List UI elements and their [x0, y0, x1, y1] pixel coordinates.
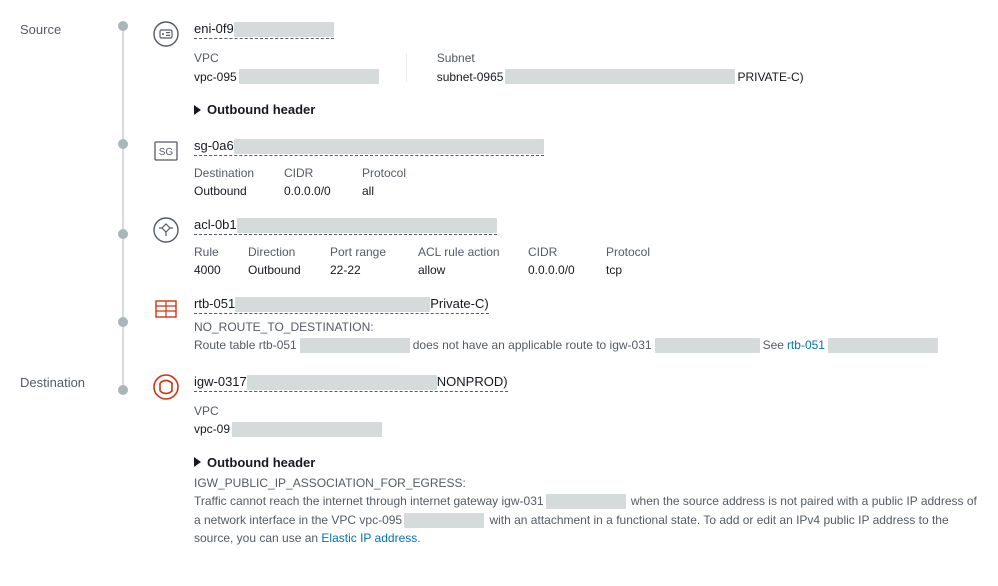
- timeline-dot: [118, 21, 128, 31]
- igw-title[interactable]: igw-0317NONPROD): [194, 373, 508, 392]
- eni-title[interactable]: eni-0f9: [194, 20, 334, 39]
- timeline-dot: [118, 317, 128, 327]
- timeline-dot: [118, 139, 128, 149]
- rtb-error-text: Route table rtb-051 does not have an app…: [194, 336, 978, 355]
- igw-error-code: IGW_PUBLIC_IP_ASSOCIATION_FOR_EGRESS:: [194, 476, 978, 490]
- routetable-icon: [152, 295, 180, 323]
- eni-icon: [152, 20, 180, 48]
- rtb-link[interactable]: rtb-051: [787, 336, 825, 355]
- timeline-dot: [118, 229, 128, 239]
- vpc-value: vpc-095: [194, 69, 379, 84]
- source-label: Source: [20, 20, 100, 137]
- timeline: [108, 20, 138, 566]
- elastic-ip-link[interactable]: Elastic IP address.: [321, 531, 420, 545]
- sg-title[interactable]: sg-0a6: [194, 137, 544, 156]
- chevron-right-icon: [194, 105, 201, 115]
- timeline-dot: [118, 385, 128, 395]
- rtb-title[interactable]: rtb-051Private-C): [194, 295, 489, 314]
- rtb-error-code: NO_ROUTE_TO_DESTINATION:: [194, 320, 978, 334]
- sg-rules-table: Destination CIDR Protocol Outbound 0.0.0…: [194, 166, 978, 198]
- acl-rules-table: Rule Direction Port range ACL rule actio…: [194, 245, 978, 277]
- igw-vpc-label: VPC: [194, 404, 382, 418]
- sg-icon: SG: [152, 137, 180, 165]
- acl-title[interactable]: acl-0b1: [194, 216, 497, 235]
- chevron-right-icon: [194, 457, 201, 467]
- svg-text:SG: SG: [159, 147, 174, 158]
- subnet-label: Subnet: [437, 51, 804, 65]
- vpc-label: VPC: [194, 51, 379, 65]
- igw-error-text: Traffic cannot reach the internet throug…: [194, 492, 978, 548]
- igw-vpc-value: vpc-09: [194, 422, 382, 437]
- subnet-value: subnet-0965PRIVATE-C): [437, 69, 804, 84]
- outbound-header-toggle[interactable]: Outbound header: [194, 102, 978, 117]
- igw-icon: [152, 373, 180, 401]
- destination-label: Destination: [20, 373, 100, 566]
- igw-outbound-header-toggle[interactable]: Outbound header: [194, 455, 978, 470]
- acl-icon: [152, 216, 180, 244]
